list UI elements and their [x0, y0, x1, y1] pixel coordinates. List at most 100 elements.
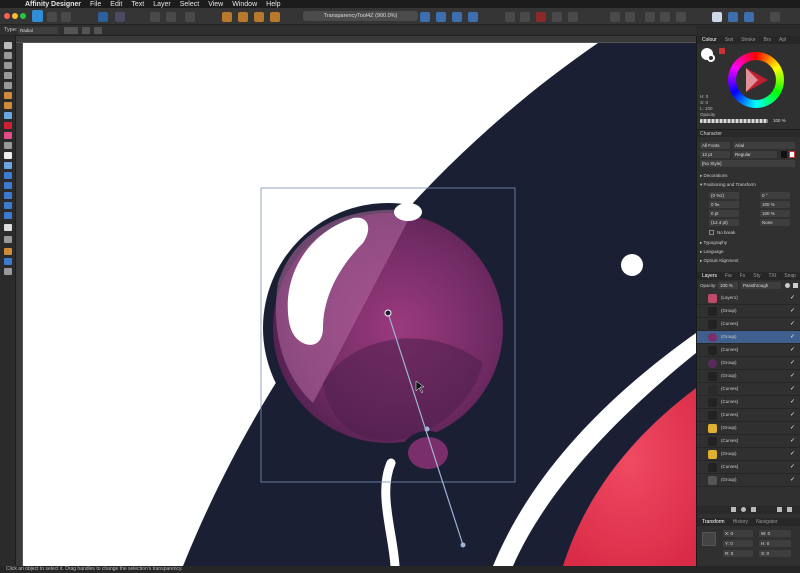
visibility-check-icon[interactable]: ✓	[790, 333, 795, 340]
tab-snapping[interactable]: Snap	[784, 272, 796, 280]
transparency-tool-icon[interactable]	[4, 132, 12, 139]
close-window-button[interactable]	[4, 13, 10, 19]
frame-text-tool-icon[interactable]	[4, 236, 12, 243]
arrange-backward-icon[interactable]	[238, 12, 248, 22]
tab-navigator[interactable]: Navigator	[756, 518, 777, 526]
anchor-selector[interactable]	[702, 532, 716, 546]
place-image-tool-icon[interactable]	[4, 142, 12, 149]
pencil-tool-icon[interactable]	[4, 102, 12, 109]
visibility-check-icon[interactable]: ✓	[790, 450, 795, 457]
menu-file[interactable]: File	[90, 1, 101, 8]
positioning-section[interactable]: ▾ Positioning and Transform	[700, 182, 756, 188]
boolean-divide-icon[interactable]	[552, 12, 562, 22]
tab-layers[interactable]: Layers	[702, 272, 717, 280]
rotation-field[interactable]: R: 0	[723, 550, 753, 557]
toggle-context-icon[interactable]	[744, 12, 754, 22]
tab-styles[interactable]: Sty	[753, 272, 760, 280]
visibility-check-icon[interactable]: ✓	[790, 411, 795, 418]
visibility-check-icon[interactable]: ✓	[790, 346, 795, 353]
layer-lock-icon[interactable]	[793, 283, 798, 288]
pen-tool-icon[interactable]	[4, 92, 12, 99]
mask-icon[interactable]	[741, 507, 746, 512]
arrange-back-icon[interactable]	[222, 12, 232, 22]
gradient-type-select[interactable]: Radial	[18, 27, 58, 34]
boolean-intersect-icon[interactable]	[536, 12, 546, 22]
stroke-swatch[interactable]	[707, 54, 715, 62]
layer-row[interactable]: (Curves) ✓	[697, 344, 800, 357]
visibility-check-icon[interactable]: ✓	[790, 463, 795, 470]
node-tool-icon[interactable]	[4, 52, 12, 59]
color-picker-toolbar-icon[interactable]	[770, 12, 780, 22]
tab-transform[interactable]: Transform	[702, 518, 725, 526]
font-collection-select[interactable]: All Fonts	[700, 142, 730, 149]
x-field[interactable]: X: 0	[723, 530, 753, 537]
horizontal-scale-field[interactable]: 100 %	[760, 210, 790, 217]
language-section[interactable]: ▸ Language	[700, 249, 724, 255]
layer-row[interactable]: (Curves) ✓	[697, 318, 800, 331]
text-stroke-swatch[interactable]	[789, 151, 795, 158]
menu-view[interactable]: View	[208, 1, 223, 8]
gradient-rotate-button[interactable]	[94, 27, 102, 34]
zoom-tool-icon[interactable]	[4, 268, 12, 275]
text-style-select[interactable]: [No Style]	[700, 160, 795, 167]
export-persona-icon[interactable]	[61, 12, 71, 22]
group-layer-icon[interactable]	[777, 507, 782, 512]
tab-appearance[interactable]: Apl	[779, 36, 786, 44]
font-size-field[interactable]: 12 pt	[700, 151, 730, 158]
layer-row[interactable]: (Group) ✓	[697, 305, 800, 318]
visibility-check-icon[interactable]: ✓	[790, 437, 795, 444]
layer-row-selected[interactable]: (Group) ✓	[697, 331, 800, 344]
crop-tool-icon[interactable]	[4, 152, 12, 159]
menu-text[interactable]: Text	[131, 1, 144, 8]
star-dot[interactable]	[621, 254, 643, 276]
tab-fx[interactable]: Fx	[740, 272, 746, 280]
boolean-combine-icon[interactable]	[568, 12, 578, 22]
tab-stroke[interactable]: Stroke	[741, 36, 755, 44]
layer-row[interactable]: (Group) ✓	[697, 370, 800, 383]
polygon-tool-icon[interactable]	[4, 202, 12, 209]
font-family-select[interactable]: Arial	[733, 142, 795, 149]
visibility-check-icon[interactable]: ✓	[790, 359, 795, 366]
blend-mode-select[interactable]: Passthrough	[741, 282, 781, 289]
text-fill-swatch[interactable]	[781, 151, 787, 158]
tracking-field[interactable]: 0 ‰	[709, 201, 739, 208]
layer-row[interactable]: (Group) ✓	[697, 357, 800, 370]
rounded-rectangle-tool-icon[interactable]	[4, 192, 12, 199]
move-tool-icon[interactable]	[4, 42, 12, 49]
visibility-check-icon[interactable]: ✓	[790, 424, 795, 431]
snapping-icon[interactable]	[610, 12, 620, 22]
tab-fw[interactable]: Fw	[725, 272, 732, 280]
fill-tool-icon[interactable]	[4, 122, 12, 129]
zoom-window-button[interactable]	[20, 13, 26, 19]
vertical-scale-field[interactable]: 100 %	[760, 201, 790, 208]
artistic-text-tool-icon[interactable]	[4, 224, 12, 231]
leading-field[interactable]: (12.4 pt)	[709, 219, 739, 226]
layer-opacity-field[interactable]: 100 %	[718, 282, 738, 289]
document-title-dropdown[interactable]: TransparencyTool4Z (900.0%)	[303, 11, 418, 21]
menu-layer[interactable]: Layer	[153, 1, 171, 8]
menu-help[interactable]: Help	[266, 1, 280, 8]
contour-tool-icon[interactable]	[4, 82, 12, 89]
snapping-options-icon[interactable]	[625, 12, 635, 22]
menu-select[interactable]: Select	[180, 1, 199, 8]
delete-layer-icon[interactable]	[787, 507, 792, 512]
gradient-edit-button[interactable]	[64, 27, 78, 34]
visibility-check-icon[interactable]: ✓	[790, 294, 795, 301]
vector-brush-tool-icon[interactable]	[4, 112, 12, 119]
preferences-icon[interactable]	[115, 12, 125, 22]
app-name-menu[interactable]: Affinity Designer	[25, 1, 81, 8]
boolean-subtract-icon[interactable]	[520, 12, 530, 22]
transform-icon[interactable]	[660, 12, 670, 22]
fx-icon[interactable]	[751, 507, 756, 512]
rotate-right-icon[interactable]	[468, 12, 478, 22]
layer-row[interactable]: (Curves) ✓	[697, 435, 800, 448]
view-tool-icon[interactable]	[4, 258, 12, 265]
visibility-check-icon[interactable]: ✓	[790, 320, 795, 327]
baseline-field[interactable]: 0 pt	[709, 210, 739, 217]
layer-row[interactable]: (Curves) ✓	[697, 409, 800, 422]
view-mode-2-icon[interactable]	[166, 12, 176, 22]
canvas[interactable]	[23, 43, 696, 566]
w-field[interactable]: W: 0	[759, 530, 791, 537]
arrange-front-icon[interactable]	[270, 12, 280, 22]
visibility-check-icon[interactable]: ✓	[790, 307, 795, 314]
